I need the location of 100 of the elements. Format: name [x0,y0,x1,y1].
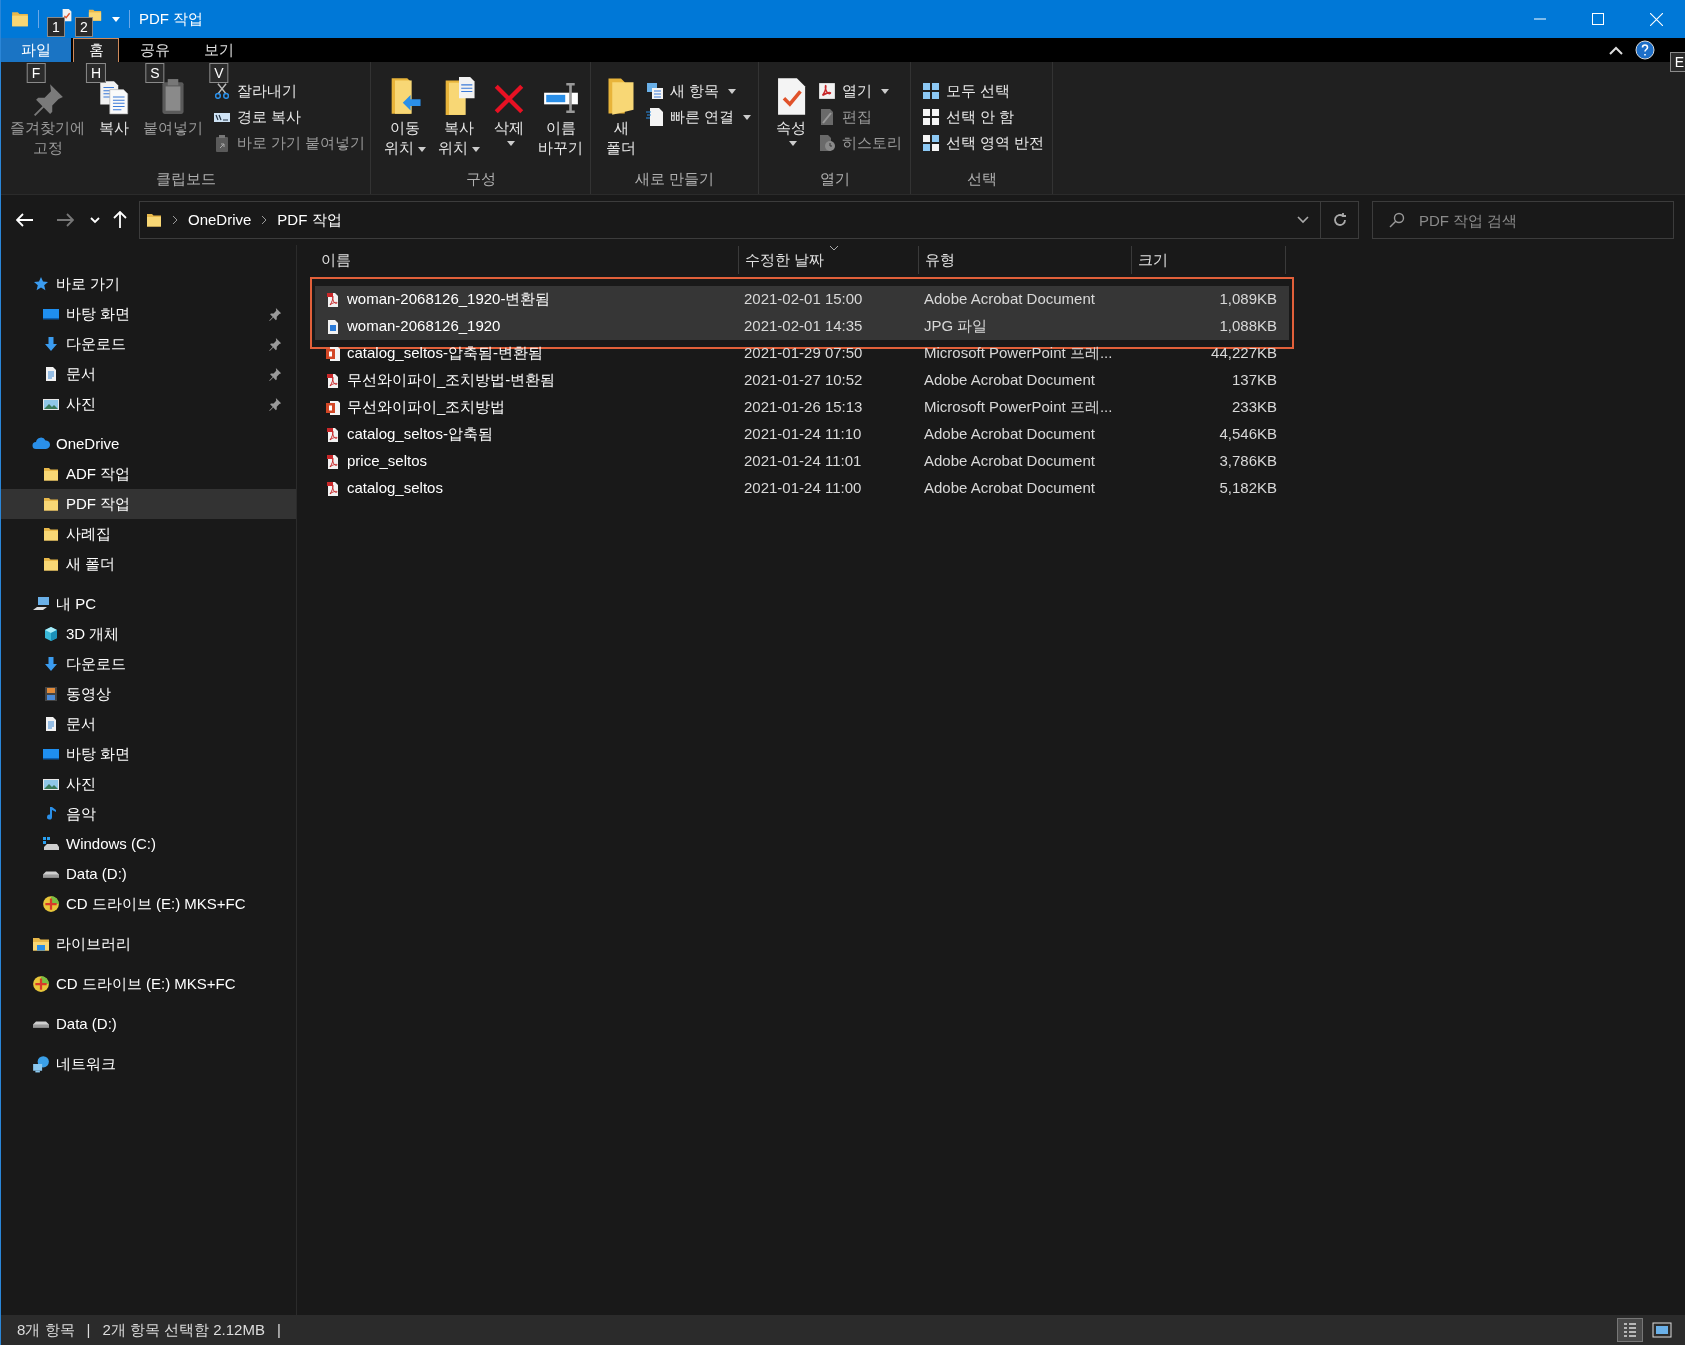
customize-button[interactable] [112,16,120,22]
caret-icon [112,16,120,22]
ribbon-button[interactable]: 열기 [817,78,902,104]
pdf-file-icon [325,452,341,471]
separator-mark: | [276,1319,281,1340]
ribbon-tab[interactable]: 공유 [127,38,183,62]
picture-icon [42,396,60,412]
ribbon-button[interactable]: 선택 안 함 [921,104,1045,130]
nav-item[interactable]: 바탕 화면 [1,299,296,329]
column-header[interactable]: 수정한 날짜 [739,246,919,274]
nav-item[interactable]: 사례집 [1,519,296,549]
date-cell: 2021-01-24 11:01 [744,452,862,470]
nav-item[interactable]: CD 드라이브 (E:) MKS+FC [1,889,296,919]
file-name: woman-2068126_1920 [347,316,501,337]
ribbon-tab[interactable]: 파일 [1,38,71,62]
forward-arrow-icon [56,213,74,227]
size-cell-text: 1,088KB [1219,316,1277,337]
ribbon-button[interactable]: 새 폴더 [601,74,641,158]
nav-item[interactable]: Data (D:) [1,1009,296,1039]
select-all-icon [922,82,940,100]
file-row[interactable]: price_seltos 2021-01-24 11:01 Adobe Acrobat Document 3,786KB [310,448,1294,475]
status-text: 2개 항목 선택함 2.12MB [102,1319,265,1340]
star-icon [33,276,49,292]
file-row[interactable]: 무선와이파이_조치방법-변환됨 2021-01-27 10:52 Adobe Acrobat Document 137KB [310,367,1294,394]
group-label: 구성 [464,169,497,189]
nav-item[interactable]: 내 PC [1,589,296,619]
slides-file-icon [325,398,341,417]
ribbon-button[interactable]: 이동 위치 [379,74,431,158]
network-icon [32,1055,50,1073]
library-icon [32,936,50,952]
document-icon [646,107,664,127]
folder-icon [606,76,636,116]
search-field[interactable]: PDF 작업 검색 [1409,202,1669,238]
nav-item[interactable]: 바로 가기 [1,269,296,299]
type-cell: Adobe Acrobat Document [924,371,1095,389]
breadcrumb[interactable]: OneDrive [188,208,252,232]
drive-icon [32,1020,50,1028]
nav-item[interactable]: 라이브러리 [1,929,296,959]
file-name: 무선와이파이_조치방법-변환됨 [347,370,556,391]
collapse-ribbon-button[interactable] [1609,45,1623,55]
separator-mark: | [86,1319,91,1340]
nav-item[interactable]: 바탕 화면 [1,739,296,769]
caret-icon [418,146,426,152]
nav-item[interactable]: Windows (C:) [1,829,296,859]
file-row[interactable]: woman-2068126_1920-변환됨 2021-02-01 15:00 Adobe Acrobat Document 1,089KB [310,277,1294,313]
column-header[interactable]: 크기 [1132,246,1286,274]
file-name: woman-2068126_1920-변환됨 [347,289,551,310]
ribbon-tab[interactable]: 홈 [73,38,119,62]
view-button[interactable] [1617,1318,1643,1342]
folder-icon [43,556,59,572]
pin-icon [268,397,282,411]
group-label: 열기 [818,169,851,189]
ribbon-button[interactable]: 삭제 [487,74,531,148]
search-box[interactable]: PDF 작업 검색 [1372,201,1674,239]
download-icon [43,656,59,672]
ribbon-button[interactable]: 빠른 연결 [645,104,752,130]
breadcrumb[interactable]: PDF 작업 [277,208,342,232]
ribbon-button[interactable]: 경로 복사 [212,104,366,130]
nav-item[interactable]: 문서 [1,359,296,389]
column-header[interactable]: 이름 [315,246,739,274]
nav-item[interactable]: 사진 [1,769,296,799]
keytip: S [145,63,165,83]
ribbon-button[interactable]: 모두 선택 [921,78,1045,104]
column-header[interactable]: 유형 [919,246,1132,274]
nav-item[interactable]: 네트워크 [1,1049,296,1079]
pdf-file-icon [325,479,341,498]
nav-item[interactable]: Data (D:) [1,859,296,889]
chevron-right-icon [261,215,268,225]
nav-item[interactable]: 문서 [1,709,296,739]
file-row[interactable]: catalog_seltos 2021-01-24 11:00 Adobe Acrobat Document 5,182KB [310,475,1294,502]
date-cell: 2021-01-26 15:13 [744,398,863,416]
nav-item[interactable]: OneDrive [1,429,296,459]
nav-item[interactable]: 3D 개체 [1,619,296,649]
disc-icon [32,975,50,993]
size-cell-text: 137KB [1231,370,1277,391]
nav-item[interactable]: 다운로드 [1,329,296,359]
help-button[interactable] [1635,40,1655,60]
nav-item[interactable]: 음악 [1,799,296,829]
ribbon-button[interactable]: 선택 영역 반전 [921,130,1045,156]
nav-item[interactable]: CD 드라이브 (E:) MKS+FC [1,969,296,999]
nav-item[interactable]: ADF 작업 [1,459,296,489]
ribbon-button[interactable]: 속성 [769,74,813,148]
size-cell-text: 3,786KB [1219,451,1277,472]
nav-item[interactable]: 다운로드 [1,649,296,679]
nav-item[interactable]: 새 폴더 [1,549,296,579]
caret-icon [507,141,515,147]
ribbon-button[interactable]: 새 항목 [645,78,752,104]
file-row[interactable]: catalog_seltos-압축됨 2021-01-24 11:10 Adobe Acrobat Document 4,546KB [310,421,1294,448]
caret-icon [789,141,797,147]
date-cell: 2021-02-01 15:00 [744,290,863,308]
file-row[interactable]: 무선와이파이_조치방법 2021-01-26 15:13 Microsoft PowerPoint 프레... 233KB [310,394,1294,421]
ribbon-tab[interactable]: 보기 [191,38,247,62]
nav-item[interactable]: PDF 작업 [1,489,296,519]
ribbon-button[interactable]: 이름 바꾸기 [533,74,588,158]
nav-item[interactable]: 사진 [1,389,296,419]
clipboard-icon [215,134,229,152]
select-none-icon [922,108,940,126]
ribbon-button[interactable]: 복사 위치 [433,74,485,158]
nav-item[interactable]: 동영상 [1,679,296,709]
up-arrow-icon [113,211,127,229]
